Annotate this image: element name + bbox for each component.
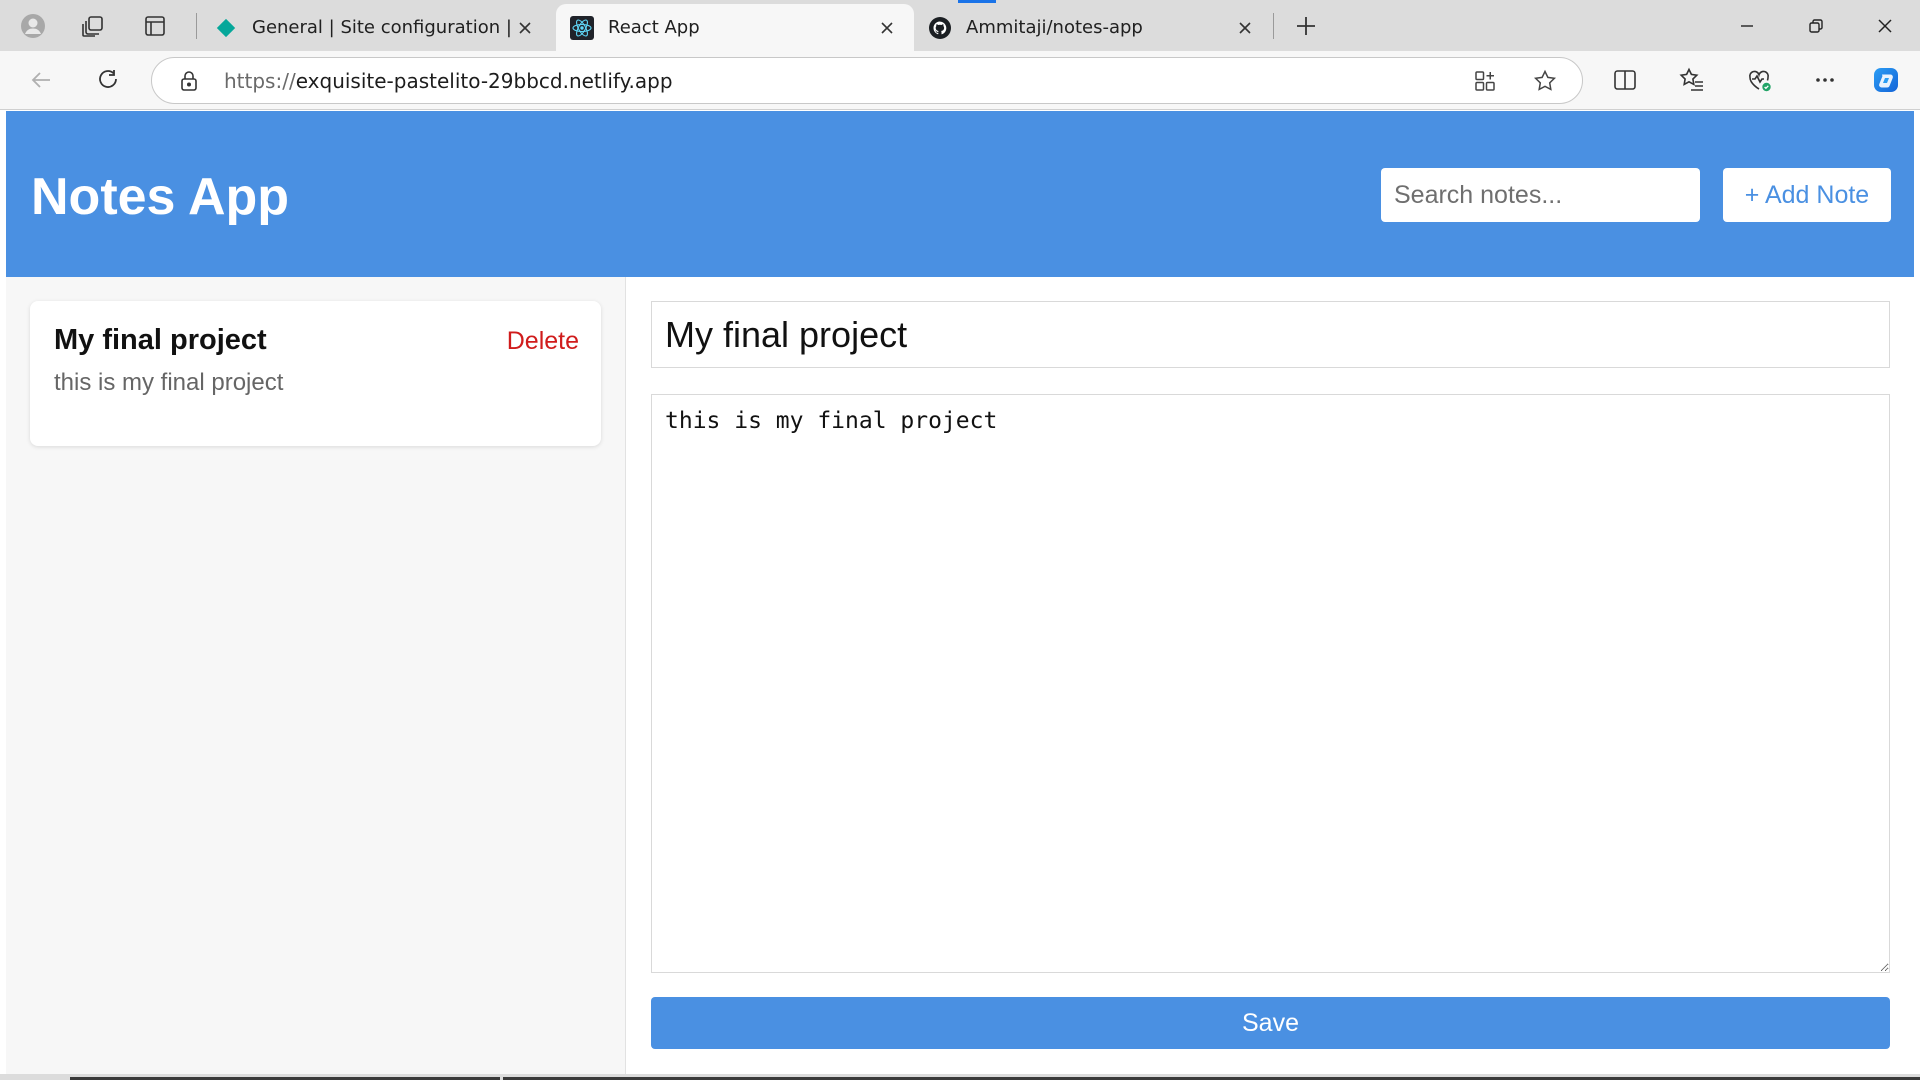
- browser-tab-netlify[interactable]: General | Site configuration | exquisite…: [200, 4, 552, 51]
- react-atom-icon: [570, 15, 594, 40]
- delete-note-button[interactable]: Delete: [507, 327, 579, 356]
- netlify-diamond-icon: [214, 16, 238, 40]
- tab-title: Ammitaji/notes-app: [966, 17, 1143, 38]
- github-icon: [928, 16, 952, 40]
- close-window-icon[interactable]: [1851, 0, 1919, 51]
- notes-sidebar: My final project this is my final projec…: [6, 277, 626, 1074]
- browser-toolbar: https://exquisite-pastelito-29bbcd.netli…: [0, 51, 1920, 110]
- back-icon[interactable]: [20, 59, 62, 101]
- note-card[interactable]: My final project this is my final projec…: [30, 301, 601, 446]
- app-available-icon[interactable]: [1470, 66, 1500, 96]
- profile-avatar-icon[interactable]: [11, 4, 55, 48]
- add-note-button[interactable]: + Add Note: [1723, 168, 1891, 222]
- workspaces-icon[interactable]: [71, 4, 115, 48]
- more-options-icon[interactable]: [1805, 60, 1845, 100]
- note-preview: this is my final project: [54, 369, 284, 396]
- tab-separator: [1273, 13, 1274, 39]
- tab-loading-indicator: [958, 0, 996, 3]
- copilot-icon[interactable]: [1866, 60, 1906, 100]
- close-tab-icon[interactable]: [874, 15, 900, 41]
- note-body-textarea[interactable]: this is my final project: [651, 394, 1890, 973]
- tab-actions-icon[interactable]: [133, 4, 177, 48]
- browser-tab-strip: General | Site configuration | exquisite…: [0, 0, 1920, 51]
- browser-tab-github[interactable]: Ammitaji/notes-app: [914, 4, 1272, 51]
- minimize-icon[interactable]: [1713, 0, 1781, 51]
- url-text[interactable]: https://exquisite-pastelito-29bbcd.netli…: [224, 69, 673, 93]
- note-title: My final project: [54, 324, 267, 356]
- browser-tab-react-app[interactable]: React App: [556, 4, 914, 51]
- note-title-input[interactable]: [651, 301, 1890, 368]
- tab-title: React App: [608, 17, 700, 38]
- address-bar[interactable]: https://exquisite-pastelito-29bbcd.netli…: [151, 57, 1583, 104]
- url-host: exquisite-pastelito-29bbcd.netlify.app: [295, 69, 673, 93]
- app-header: Notes App + Add Note: [6, 111, 1914, 277]
- favorite-star-icon[interactable]: [1530, 66, 1560, 96]
- page-viewport: Notes App + Add Note My final project th…: [6, 111, 1914, 1074]
- restore-icon[interactable]: [1782, 0, 1850, 51]
- favorites-icon[interactable]: [1672, 60, 1712, 100]
- close-tab-icon[interactable]: [1232, 15, 1258, 41]
- new-tab-icon[interactable]: [1284, 4, 1328, 48]
- url-scheme: https://: [224, 69, 296, 93]
- taskbar-edge: [0, 1074, 1920, 1080]
- close-tab-icon[interactable]: [512, 15, 538, 41]
- lock-icon[interactable]: [177, 69, 201, 93]
- tab-title: General | Site configuration | exquisite…: [252, 17, 512, 38]
- save-button[interactable]: Save: [651, 997, 1890, 1049]
- reload-icon[interactable]: [87, 59, 129, 101]
- split-screen-icon[interactable]: [1605, 60, 1645, 100]
- browser-essentials-icon[interactable]: [1739, 60, 1779, 100]
- note-editor: this is my final project Save: [626, 277, 1914, 1074]
- app-title: Notes App: [31, 168, 290, 226]
- tab-separator: [196, 13, 197, 39]
- search-input[interactable]: [1381, 168, 1700, 222]
